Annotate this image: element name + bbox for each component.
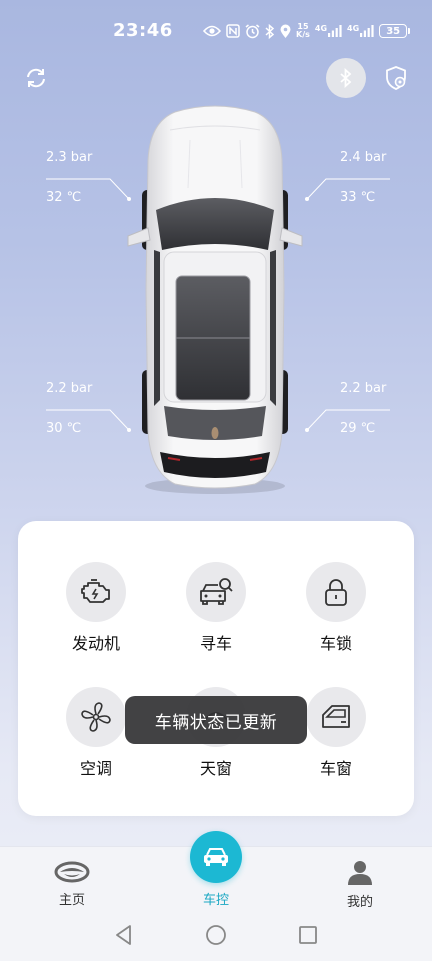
nav-mine[interactable]: 我的 [320, 859, 400, 910]
find-car-label: 寻车 [199, 634, 232, 653]
engine-control[interactable]: 发动机 [46, 562, 146, 654]
person-icon [348, 861, 372, 885]
window-button[interactable] [306, 687, 366, 747]
clock: 23:46 [113, 20, 173, 41]
status-icons: 15 K/s 4G 4G 35 [203, 20, 411, 42]
sunroof-label: 天窗 [199, 759, 232, 778]
car-top-view-image [127, 105, 303, 494]
find-car-control[interactable]: 寻车 [166, 562, 266, 654]
engine-button[interactable] [66, 562, 126, 622]
car-window-icon [322, 705, 350, 728]
tire-pressure: 2.4 bar [340, 150, 387, 165]
fan-icon [81, 702, 111, 732]
tire-pressure: 2.3 bar [46, 150, 93, 165]
lock-label: 车锁 [319, 634, 352, 653]
settings-button[interactable] [376, 58, 416, 98]
refresh-button[interactable] [16, 58, 56, 98]
engine-icon [81, 579, 110, 603]
nav-control-circle[interactable] [190, 831, 242, 883]
recents-icon[interactable] [298, 924, 318, 946]
ac-button[interactable] [66, 687, 126, 747]
nav-control[interactable]: 车控 [176, 831, 256, 908]
lock-icon [325, 579, 347, 606]
nav-home-label: 主页 [58, 893, 85, 908]
vehicle-control-panel: 发动机 寻车 车锁 空调 天窗 车窗 [18, 521, 414, 816]
nav-control-label: 车控 [202, 893, 229, 908]
tire-pressure: 2.2 bar [340, 381, 387, 396]
refresh-icon [27, 68, 45, 88]
shield-gear-icon [386, 66, 406, 90]
find-car-button[interactable] [186, 562, 246, 622]
status-bar: 23:46 15 K/s 4G 4G 35 [0, 0, 432, 62]
signal-2: 4G [347, 25, 374, 37]
find-car-icon [200, 578, 233, 605]
location-icon [280, 24, 291, 38]
lock-button[interactable] [306, 562, 366, 622]
car-icon [204, 848, 228, 866]
tire-leader-line [305, 178, 390, 201]
signal-bars-icon [360, 25, 374, 37]
bluetooth-button[interactable] [326, 58, 366, 98]
tire-leader-line [305, 409, 390, 432]
lock-control[interactable]: 车锁 [286, 562, 386, 654]
net-speed: 15 K/s [296, 22, 310, 39]
nav-home[interactable]: 主页 [32, 861, 112, 908]
home-circle-icon[interactable] [205, 924, 227, 946]
battery-indicator: 35 [379, 24, 411, 38]
bluetooth-icon [340, 68, 352, 88]
back-icon[interactable] [114, 924, 134, 946]
toast-message: 车辆状态已更新 [125, 696, 307, 744]
brand-logo-icon [54, 861, 90, 883]
window-label: 车窗 [319, 759, 352, 778]
tire-pressure: 2.2 bar [46, 381, 93, 396]
signal-bars-icon [328, 25, 342, 37]
ac-label: 空调 [79, 759, 112, 778]
eye-icon [203, 25, 221, 37]
signal-1: 4G [315, 25, 342, 37]
engine-label: 发动机 [71, 634, 120, 653]
bluetooth-status-icon [265, 23, 275, 39]
nfc-icon [226, 24, 240, 38]
alarm-icon [245, 23, 260, 38]
nav-mine-label: 我的 [346, 895, 373, 910]
